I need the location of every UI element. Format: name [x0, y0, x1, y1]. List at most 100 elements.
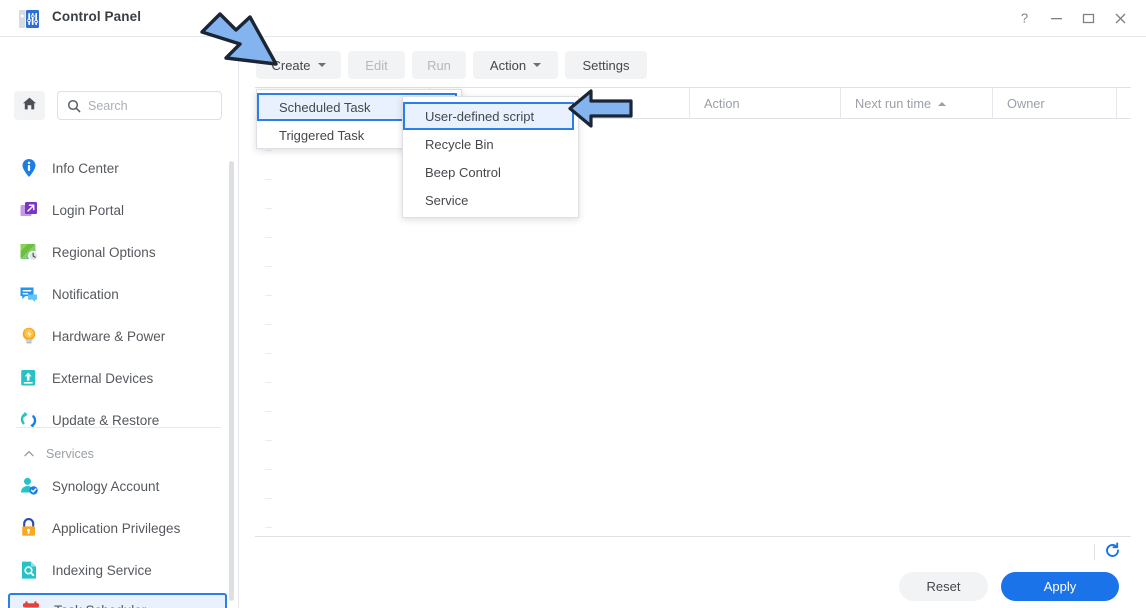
- sidebar-item-synology-account[interactable]: Synology Account: [8, 469, 227, 503]
- sidebar-item-label: Update & Restore: [52, 413, 159, 428]
- column-owner-label: Owner: [1007, 96, 1045, 111]
- help-button[interactable]: ?: [1008, 0, 1040, 37]
- run-button[interactable]: Run: [412, 51, 466, 79]
- sidebar-group-label: Services: [46, 447, 94, 461]
- action-bar: Reset Apply: [240, 560, 1146, 608]
- regional-options-icon: [18, 241, 40, 263]
- column-spacer: [1116, 88, 1131, 119]
- menu-item-recycle-bin-label: Recycle Bin: [425, 137, 494, 152]
- menu-item-recycle-bin[interactable]: Recycle Bin: [403, 130, 578, 158]
- sidebar-divider: [16, 427, 221, 428]
- chevron-down-icon: [533, 63, 541, 67]
- row-tick: [265, 179, 272, 180]
- create-button[interactable]: Create: [256, 51, 341, 79]
- row-tick: [265, 498, 272, 499]
- column-next-run-time[interactable]: Next run time: [840, 88, 992, 119]
- settings-button-label: Settings: [583, 58, 630, 73]
- column-next-run-time-label: Next run time: [855, 96, 931, 111]
- control-panel-window: Control Panel ?: [0, 0, 1146, 608]
- window-title: Control Panel: [52, 9, 141, 24]
- synology-account-icon: [18, 475, 40, 497]
- reset-button[interactable]: Reset: [899, 572, 988, 601]
- menu-item-beep-control-label: Beep Control: [425, 165, 501, 180]
- row-tick: [265, 324, 272, 325]
- menu-item-user-defined-script[interactable]: User-defined script: [403, 102, 574, 130]
- sidebar-item-label: Regional Options: [52, 245, 156, 260]
- sidebar-item-label: Hardware & Power: [52, 329, 165, 344]
- chevron-up-icon: [22, 448, 36, 460]
- sidebar-item-label: External Devices: [52, 371, 153, 386]
- settings-button[interactable]: Settings: [565, 51, 647, 79]
- create-button-label: Create: [271, 58, 310, 73]
- footer-separator: [1094, 544, 1095, 561]
- sidebar: Info Center Login Portal: [0, 37, 239, 608]
- row-tick: [265, 527, 272, 528]
- column-action[interactable]: Action: [689, 88, 840, 119]
- login-portal-icon: [18, 199, 40, 221]
- reset-button-label: Reset: [927, 579, 961, 594]
- sidebar-item-notification[interactable]: Notification: [8, 277, 227, 311]
- sidebar-scroll-area: Info Center Login Portal: [0, 93, 239, 608]
- edit-button-label: Edit: [365, 58, 387, 73]
- sidebar-item-regional-options[interactable]: Regional Options: [8, 235, 227, 269]
- sidebar-item-indexing-service[interactable]: Indexing Service: [8, 553, 227, 587]
- row-tick: [265, 208, 272, 209]
- sidebar-item-label: Indexing Service: [52, 563, 152, 578]
- window-controls: ?: [1008, 0, 1136, 37]
- sidebar-scrollbar[interactable]: [229, 161, 234, 601]
- action-button[interactable]: Action: [473, 51, 558, 79]
- minimize-button[interactable]: [1040, 0, 1072, 37]
- indexing-service-icon: [18, 559, 40, 581]
- notification-icon: [18, 283, 40, 305]
- run-button-label: Run: [427, 58, 451, 73]
- maximize-button[interactable]: [1072, 0, 1104, 37]
- control-panel-icon: [18, 8, 40, 30]
- title-bar: Control Panel ?: [0, 0, 1146, 37]
- sidebar-item-hardware-power[interactable]: Hardware & Power: [8, 319, 227, 353]
- close-button[interactable]: [1104, 0, 1136, 37]
- sidebar-item-label: Task Scheduler: [54, 603, 146, 608]
- row-tick: [265, 266, 272, 267]
- sidebar-group-services[interactable]: Services: [8, 441, 227, 467]
- menu-item-user-defined-script-label: User-defined script: [425, 109, 534, 124]
- svg-text:?: ?: [1020, 12, 1027, 25]
- sidebar-item-update-restore[interactable]: Update & Restore: [8, 403, 227, 437]
- menu-item-scheduled-task-label: Scheduled Task: [279, 100, 371, 115]
- row-tick: [265, 469, 272, 470]
- sidebar-item-label: Synology Account: [52, 479, 159, 494]
- apply-button-label: Apply: [1044, 579, 1077, 594]
- sidebar-item-info-center[interactable]: Info Center: [8, 151, 227, 185]
- scheduled-task-submenu: User-defined script Recycle Bin Beep Con…: [402, 96, 579, 218]
- menu-item-service-label: Service: [425, 193, 468, 208]
- edit-button[interactable]: Edit: [348, 51, 405, 79]
- table-body: [255, 119, 1131, 536]
- menu-item-service[interactable]: Service: [403, 186, 578, 214]
- menu-item-triggered-task-label: Triggered Task: [279, 128, 364, 143]
- row-tick: [265, 440, 272, 441]
- row-tick: [265, 237, 272, 238]
- task-scheduler-icon: [20, 599, 42, 608]
- sidebar-item-label: Login Portal: [52, 203, 124, 218]
- row-tick: [265, 295, 272, 296]
- sidebar-item-label: Notification: [52, 287, 119, 302]
- sidebar-item-label: Info Center: [52, 161, 119, 176]
- sidebar-item-label: Application Privileges: [52, 521, 180, 536]
- row-tick: [265, 353, 272, 354]
- column-action-label: Action: [704, 96, 740, 111]
- info-center-icon: [18, 157, 40, 179]
- sidebar-item-login-portal[interactable]: Login Portal: [8, 193, 227, 227]
- task-table: Action Next run time Owner: [255, 87, 1131, 569]
- column-owner[interactable]: Owner: [992, 88, 1116, 119]
- sidebar-item-application-privileges[interactable]: Application Privileges: [8, 511, 227, 545]
- action-button-label: Action: [490, 58, 526, 73]
- row-tick: [265, 382, 272, 383]
- external-devices-icon: [18, 367, 40, 389]
- menu-item-beep-control[interactable]: Beep Control: [403, 158, 578, 186]
- apply-button[interactable]: Apply: [1001, 572, 1119, 601]
- row-tick: [265, 411, 272, 412]
- hardware-power-icon: [18, 325, 40, 347]
- toolbar: Create Edit Run Action Settings: [240, 37, 1146, 86]
- sidebar-item-task-scheduler[interactable]: Task Scheduler: [8, 593, 227, 608]
- sidebar-item-external-devices[interactable]: External Devices: [8, 361, 227, 395]
- application-privileges-icon: [18, 517, 40, 539]
